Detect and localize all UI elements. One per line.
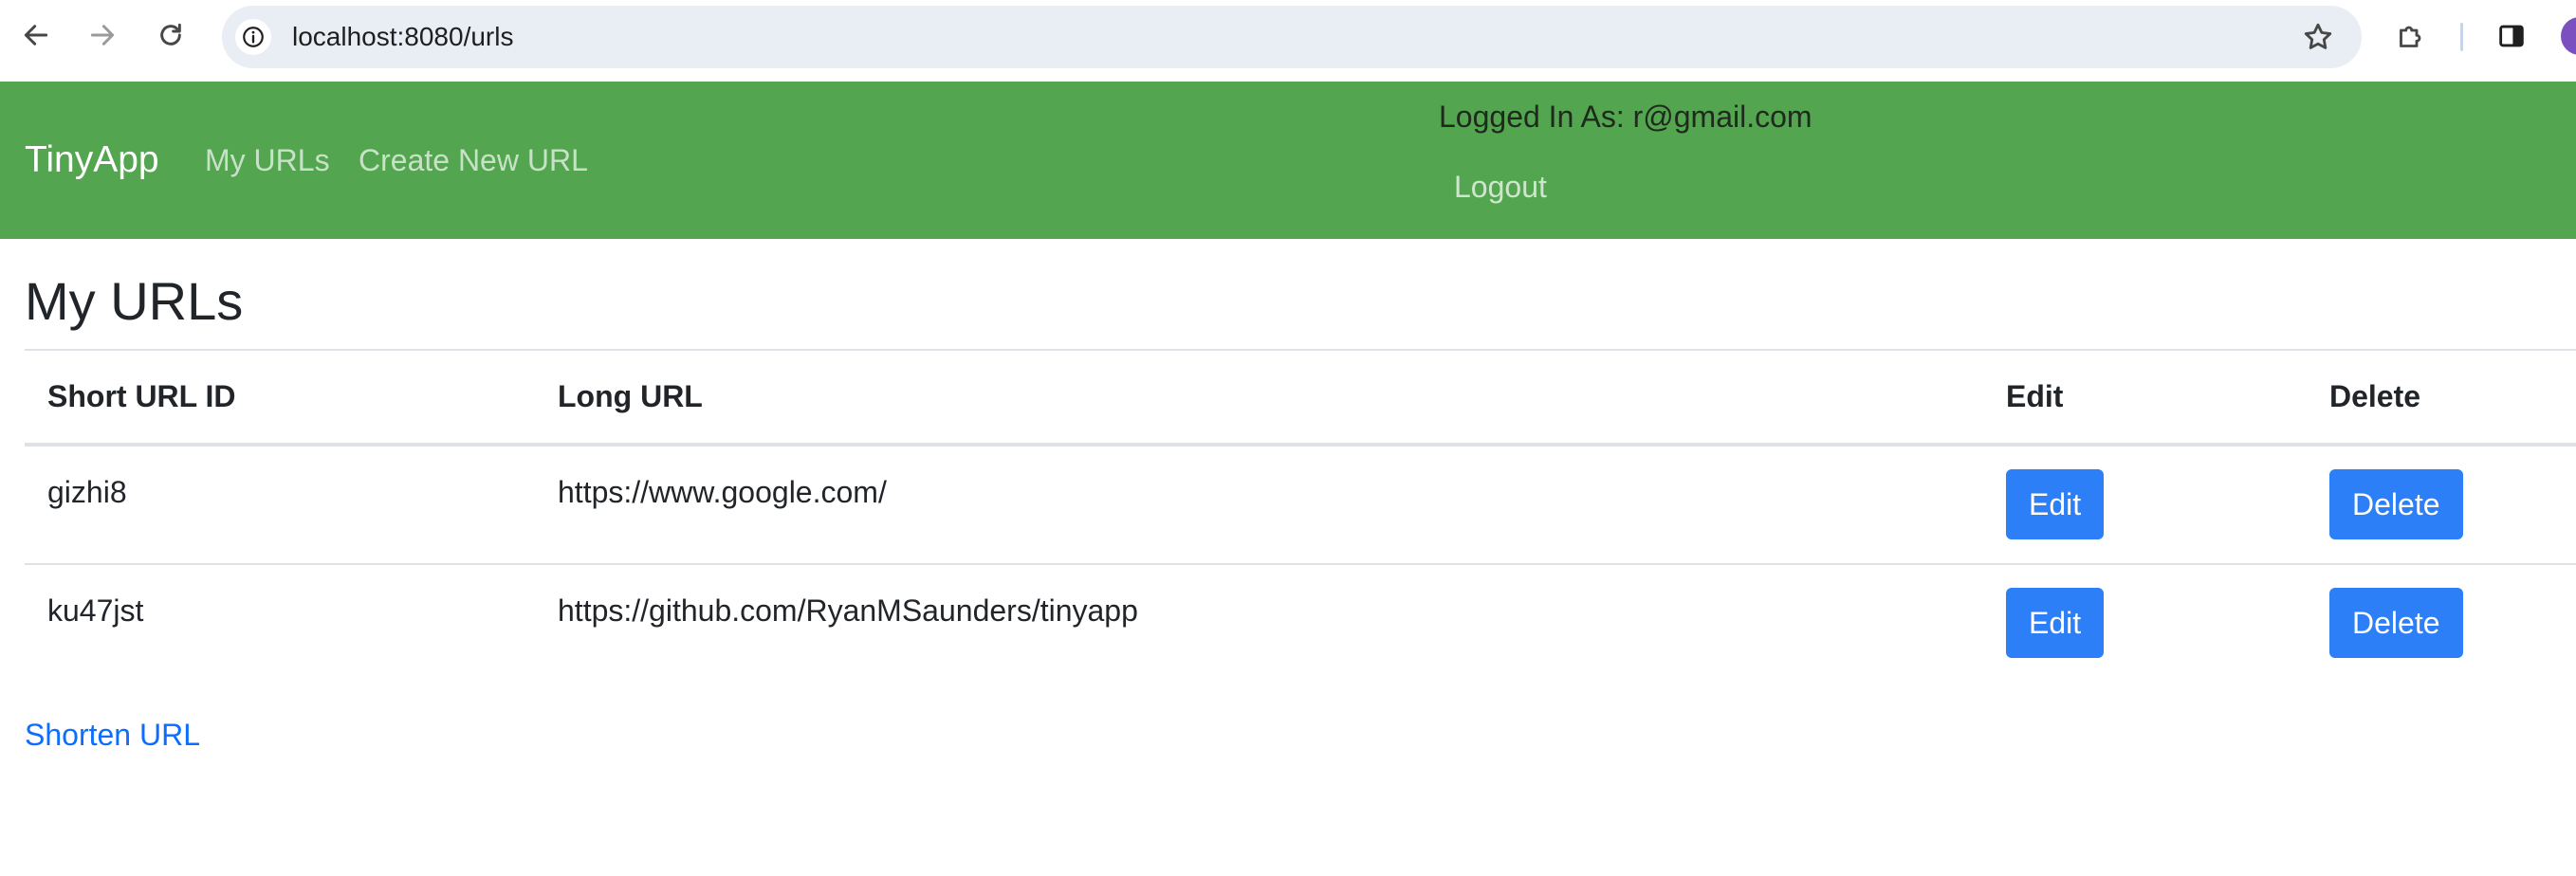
logout-button[interactable]: Logout: [1454, 165, 1547, 209]
profile-avatar[interactable]: [2561, 17, 2576, 55]
arrow-left-icon: [24, 25, 48, 46]
short-url-id: gizhi8: [25, 445, 535, 565]
delete-button[interactable]: Delete: [2329, 588, 2463, 658]
edit-button[interactable]: Edit: [2006, 588, 2105, 658]
short-url-id: ku47jst: [47, 593, 144, 628]
forward-button[interactable]: [80, 12, 125, 58]
header-edit: Edit: [1983, 349, 2307, 447]
puzzle-icon: [2400, 26, 2421, 47]
site-info-button[interactable]: [235, 19, 271, 55]
header-delete: Delete: [2307, 349, 2576, 447]
long-url: https://github.com/RyanMSaunders/tinyapp: [558, 593, 1138, 628]
page-title: My URLs: [25, 271, 244, 331]
address-bar[interactable]: localhost:8080/urls: [222, 6, 2362, 68]
side-panel-button[interactable]: [2493, 17, 2530, 55]
reload-button[interactable]: [148, 12, 193, 58]
header-short-url-id: Short URL ID: [25, 349, 535, 447]
address-url[interactable]: localhost:8080/urls: [292, 6, 513, 68]
table-row: gizhi8 https://www.google.com/ Edit Dele…: [25, 445, 2576, 565]
delete-button[interactable]: Delete: [2329, 469, 2463, 539]
toolbar-divider: [2460, 23, 2463, 51]
delete-cell: Delete: [2307, 564, 2576, 684]
reload-icon: [160, 23, 181, 46]
browser-toolbar: localhost:8080/urls: [0, 0, 2576, 82]
app-navbar: TinyApp My URLs Create New URL Logged In…: [0, 82, 2576, 239]
logged-in-status: Logged In As: r@gmail.com: [1439, 100, 1812, 134]
back-button[interactable]: [13, 12, 59, 58]
nav-link-my-urls[interactable]: My URLs: [205, 82, 330, 239]
arrow-right-icon: [90, 25, 115, 46]
urls-table: Short URL ID Long URL Edit Delete gizhi8…: [25, 349, 2576, 684]
table-row: ku47jst https://github.com/RyanMSaunders…: [25, 564, 2576, 684]
shorten-url-link[interactable]: Shorten URL: [25, 713, 200, 757]
brand-logo[interactable]: TinyApp: [25, 82, 159, 239]
star-icon[interactable]: [2301, 20, 2335, 54]
delete-cell: Delete: [2307, 445, 2576, 565]
long-url: https://www.google.com/: [535, 445, 1983, 565]
nav-link-create-new-url[interactable]: Create New URL: [359, 82, 588, 239]
info-icon: [243, 27, 264, 47]
header-long-url: Long URL: [535, 349, 1983, 447]
table-header-row: Short URL ID Long URL Edit Delete: [25, 349, 2576, 447]
edit-cell: Edit: [1983, 445, 2307, 565]
edit-button[interactable]: Edit: [2006, 469, 2105, 539]
edit-cell: Edit: [1983, 564, 2307, 684]
side-panel-icon: [2499, 25, 2524, 47]
extensions-button[interactable]: [2392, 17, 2430, 55]
